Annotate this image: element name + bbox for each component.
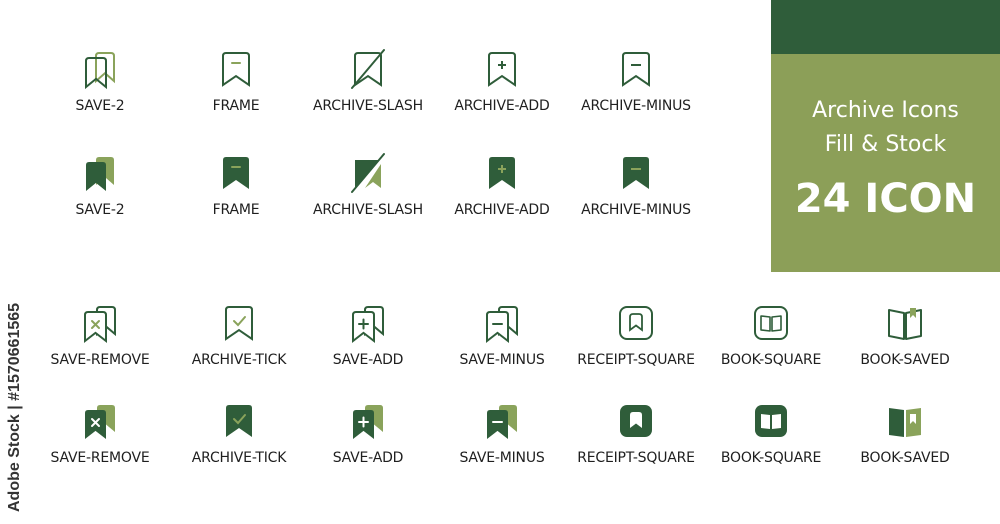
archive-minus-icon (556, 152, 716, 194)
save-remove-icon (20, 302, 180, 344)
icon-label: ARCHIVE-MINUS (581, 98, 691, 114)
icon-label: ARCHIVE-MINUS (581, 202, 691, 218)
icon-label: BOOK-SAVED (860, 450, 950, 466)
book-saved-icon (825, 400, 985, 442)
stock-credit: Adobe Stock | #1570661565 (6, 302, 23, 512)
icon-cell: BOOK-SAVED (825, 400, 985, 466)
promo-body (771, 54, 1000, 272)
promo-panel: Archive Icons Fill & Stock 24 ICON (771, 0, 1000, 272)
save-remove-icon (20, 400, 180, 442)
icon-cell: ARCHIVE-MINUS (556, 48, 716, 114)
icon-cell: ARCHIVE-MINUS (556, 152, 716, 218)
icon-cell: SAVE-REMOVE (20, 302, 180, 368)
icon-cell: SAVE-REMOVE (20, 400, 180, 466)
archive-minus-icon (556, 48, 716, 90)
icon-sheet: SAVE-2 FRAME ARCHIVE-SLASH ARCHIVE-ADD ARCHI… (0, 0, 1000, 524)
promo-title: Archive Icons (812, 98, 959, 123)
promo-subtitle: Fill & Stock (824, 132, 947, 157)
icon-label: BOOK-SAVED (860, 352, 950, 368)
book-saved-icon (825, 302, 985, 344)
promo-header-band (771, 0, 1000, 54)
icon-label: SAVE-REMOVE (50, 450, 150, 466)
icon-label: SAVE-REMOVE (50, 352, 150, 368)
icon-cell: BOOK-SAVED (825, 302, 985, 368)
promo-icon-count: 24 ICON (794, 176, 977, 222)
